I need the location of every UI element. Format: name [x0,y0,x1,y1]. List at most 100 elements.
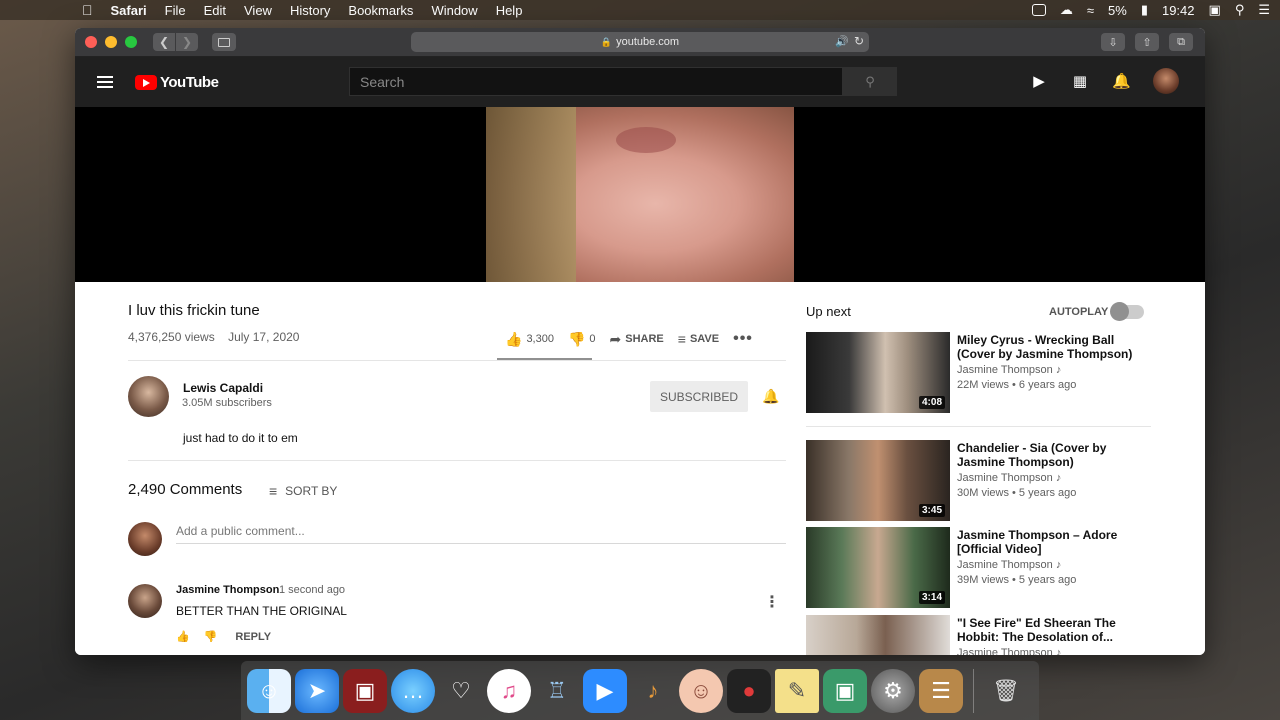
preview-icon[interactable]: ▣ [823,668,867,713]
back-icon[interactable]: ❮ [153,33,175,51]
apple-menu-icon[interactable]:  [82,2,93,18]
itunes-icon[interactable]: ♫ [487,668,531,713]
menu-bookmarks[interactable]: Bookmarks [348,3,413,18]
garageband-icon[interactable]: ♪ [631,669,675,713]
photo-booth-icon[interactable]: ▣ [343,668,387,713]
finder-icon[interactable]: ☺ [247,668,291,713]
forward-icon[interactable]: ❯ [176,33,198,51]
recommended-video[interactable]: 4:08 Miley Cyrus - Wrecking Ball (Cover … [806,332,1151,414]
recommended-title[interactable]: Miley Cyrus - Wrecking Ball (Cover by Ja… [957,333,1147,361]
recommended-title[interactable]: Jasmine Thompson – Adore [Official Video… [957,528,1147,556]
subscribe-button[interactable]: SUBSCRIBED [650,381,748,412]
video-thumbnail[interactable] [806,615,950,655]
music-app-icon[interactable]: ● [727,668,771,713]
menu-history[interactable]: History [290,3,330,18]
menu-app-safari[interactable]: Safari [111,3,147,18]
notification-center-icon[interactable]: ☰ [1258,2,1270,18]
comments-count: 2,490 Comments [128,481,243,498]
thumbs-down-icon: 👎 [567,330,586,347]
comment-text: BETTER THAN THE ORIGINAL [176,604,347,618]
menu-help[interactable]: Help [496,3,523,18]
battery-percent[interactable]: 5% [1108,3,1127,18]
zoom-status-icon[interactable] [1031,4,1046,16]
recommended-video[interactable]: 3:14 Jasmine Thompson – Adore [Official … [806,527,1151,609]
search-input[interactable]: Search [349,67,843,96]
messages-icon[interactable]: … [391,668,435,713]
add-comment-input[interactable]: Add a public comment... [176,524,305,538]
recommended-channel[interactable]: Jasmine Thompson ♪ [957,559,1061,571]
divider [128,460,786,461]
video-thumbnail[interactable]: 3:45 [806,440,950,521]
recommended-channel[interactable]: Jasmine Thompson ♪ [957,472,1061,484]
share-button[interactable]: ➦ SHARE [610,331,664,348]
dislike-button[interactable]: 👎 0 [568,331,596,348]
sidebar-toggle-button[interactable] [212,33,236,51]
video-duration: 3:14 [918,591,945,604]
sidebar-icon [218,37,230,47]
channel-name[interactable]: Lewis Capaldi [183,381,263,395]
comment-like-icon[interactable]: 👍 [176,630,190,643]
menu-window[interactable]: Window [431,3,477,18]
calendar-icon[interactable]: ▣ [1209,2,1221,18]
video-meta: 4,376,250 views July 17, 2020 [128,330,309,344]
video-thumbnail[interactable]: 4:08 [806,332,950,413]
video-thumbnail[interactable]: 3:14 [806,527,950,608]
youtube-logo[interactable]: YouTube [135,74,219,91]
create-video-icon[interactable]: ▶ [1030,72,1048,90]
recommended-title[interactable]: Chandelier - Sia (Cover by Jasmine Thomp… [957,441,1147,469]
recommended-video[interactable]: "I See Fire" Ed Sheeran The Hobbit: The … [806,615,1151,655]
like-button[interactable]: 👍 3,300 [505,331,554,348]
notifications-bell-icon[interactable]: 🔔 [1112,72,1131,90]
face-app-icon[interactable]: ☺ [679,668,723,713]
search-button[interactable]: ⚲ [843,67,897,96]
address-bar[interactable]: 🔒 youtube.com 🔊 ↻ [411,32,869,52]
sequel-pro-icon[interactable]: ♖ [535,669,579,713]
close-window-button[interactable] [85,36,97,48]
more-actions-button[interactable]: ••• [733,330,753,348]
comment-dislike-icon[interactable]: 👎 [204,630,218,643]
downloads-icon[interactable]: ⇩ [1101,33,1125,51]
recommended-video[interactable]: 3:45 Chandelier - Sia (Cover by Jasmine … [806,440,1151,522]
share-icon[interactable]: ⇧ [1135,33,1159,51]
creative-cloud-icon[interactable]: ☁ [1060,2,1073,18]
comment-time[interactable]: 1 second ago [279,584,345,596]
fullscreen-window-button[interactable] [125,36,137,48]
audio-playing-icon[interactable]: 🔊 [835,35,849,48]
recommended-title[interactable]: "I See Fire" Ed Sheeran The Hobbit: The … [957,616,1147,644]
video-frame[interactable] [486,107,794,283]
reload-icon[interactable]: ↻ [854,34,864,48]
spotlight-search-icon[interactable]: ⚲ [1235,2,1245,18]
recommended-channel[interactable]: Jasmine Thompson ♪ [957,647,1061,655]
comment-author-avatar[interactable] [128,584,162,618]
reply-button[interactable]: REPLY [235,631,271,643]
comment-author[interactable]: Jasmine Thompson [176,584,279,596]
safari-icon[interactable]: ➤ [295,668,339,713]
menu-file[interactable]: File [165,3,186,18]
minimize-window-button[interactable] [105,36,117,48]
music-note-icon: ♪ [1055,647,1062,655]
trash-icon[interactable]: 🗑 [984,669,1028,713]
stickies-icon[interactable]: ✎ [775,668,819,713]
apps-grid-icon[interactable]: ▦ [1071,72,1089,90]
save-button[interactable]: ≡ SAVE [678,331,719,347]
video-player[interactable] [75,107,1205,283]
tabs-overview-icon[interactable]: ⧉ [1169,33,1193,51]
autoplay-toggle[interactable] [1110,302,1144,321]
contacts-icon[interactable]: ☰ [919,668,963,713]
account-avatar[interactable] [1153,68,1179,94]
inkscape-icon[interactable]: ♡ [439,669,483,713]
channel-avatar[interactable] [128,376,169,417]
battery-icon[interactable]: ▮ [1141,2,1148,18]
sort-comments-button[interactable]: ≡ SORT BY [269,483,337,499]
menu-edit[interactable]: Edit [204,3,226,18]
commenter-avatar [128,522,162,556]
system-preferences-icon[interactable]: ⚙ [871,668,915,713]
channel-bell-icon[interactable]: 🔔 [762,388,779,405]
comment-menu-icon[interactable]: ⋮ [764,592,780,612]
wifi-icon[interactable]: ≈ [1087,3,1094,18]
hamburger-menu-icon[interactable] [97,76,113,88]
zoom-icon[interactable]: ▶ [583,668,627,713]
recommended-channel[interactable]: Jasmine Thompson ♪ [957,364,1061,376]
menu-view[interactable]: View [244,3,272,18]
clock[interactable]: 19:42 [1162,3,1195,18]
